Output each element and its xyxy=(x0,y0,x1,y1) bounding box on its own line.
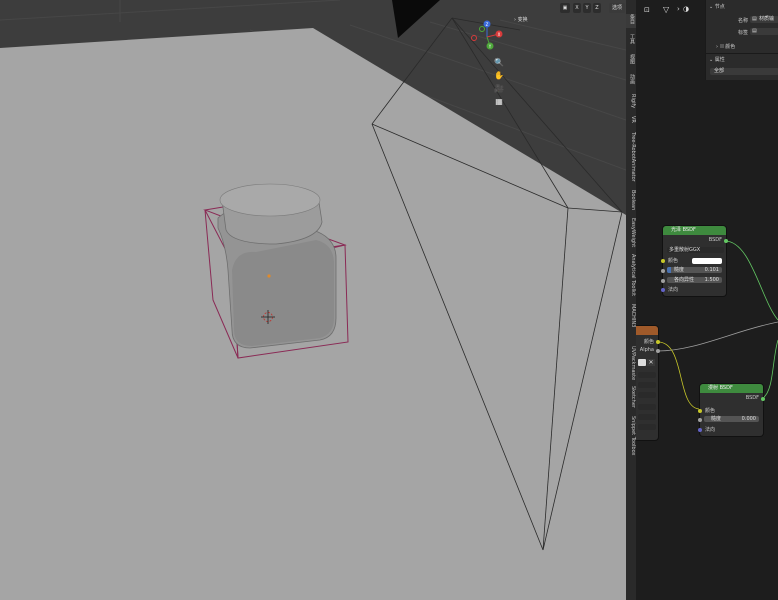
tag-icon: ▤ xyxy=(752,28,757,34)
projection-dropdown[interactable] xyxy=(638,382,656,388)
viewport-scene xyxy=(0,0,626,600)
target-dropdown[interactable]: 全部 xyxy=(710,68,778,75)
color-section-header[interactable]: › 颜色 xyxy=(716,43,735,50)
anisotropy-field[interactable]: 各向异性 1.500 xyxy=(667,277,722,283)
tab-tree-robotanimator[interactable]: Tree-RobotAnimator xyxy=(626,132,636,186)
tab-uvpackmaster[interactable]: UVPackmaster xyxy=(626,346,636,380)
gizmo-y-label: Y xyxy=(488,44,492,49)
image-texture-header[interactable] xyxy=(636,326,658,335)
tab-easyweight[interactable]: EasyWeight xyxy=(626,218,636,250)
axis-x-button[interactable]: X xyxy=(573,3,581,13)
checkbox-icon[interactable] xyxy=(719,44,724,48)
color-label: 颜色 xyxy=(705,408,716,414)
gizmo-neg-y-axis[interactable] xyxy=(479,26,485,32)
color-input-socket[interactable] xyxy=(698,409,702,413)
grid-view-icon[interactable]: ▦ xyxy=(493,95,505,107)
tab-view[interactable]: 视图 xyxy=(626,54,636,70)
normal-label: 法向 xyxy=(668,287,679,293)
3d-viewport[interactable]: ▣ X Y Z 选项 › 变换 Z X Y 🔍 ✋ 🎥 ▦ xyxy=(0,0,626,600)
gizmo-neg-x-axis[interactable] xyxy=(471,35,477,41)
roughness-input-socket[interactable] xyxy=(698,418,702,422)
label-field[interactable]: ▤ xyxy=(750,28,778,35)
distribution-dropdown[interactable]: 多重散射GGX xyxy=(667,247,724,253)
navigation-gizmo[interactable]: Z X Y xyxy=(466,16,506,56)
close-icon[interactable]: ✕ xyxy=(647,359,655,366)
transform-panel-header[interactable]: › 变换 xyxy=(514,16,574,24)
chevron-down-icon: ⌄ xyxy=(709,4,714,10)
tab-boolean[interactable]: Boolean xyxy=(626,190,636,214)
node-editor[interactable]: ⊡ ▽ › ◑ 光泽 BSDF BSDF 多重散射GGX 颜色 糙度 0.101… xyxy=(636,0,778,600)
properties-section-header[interactable]: ⌄ 属性 xyxy=(709,56,725,63)
color-output-label: 颜色 xyxy=(643,339,654,345)
chevron-right-icon: › xyxy=(514,17,516,23)
bsdf-output-label: BSDF xyxy=(745,395,759,401)
camera-view-icon[interactable]: 🎥 xyxy=(493,82,505,94)
tab-rigify[interactable]: Rigify xyxy=(626,94,636,110)
pan-hand-icon[interactable]: ✋ xyxy=(493,69,505,81)
normal-label: 法向 xyxy=(705,427,716,433)
tab-analytical-toolkit[interactable]: Analytical Toolkit xyxy=(626,254,636,300)
alpha-output-label: Alpha xyxy=(639,347,654,353)
node-title: 光泽 BSDF xyxy=(671,227,696,233)
gizmo-z-label: Z xyxy=(486,22,489,27)
node-wires xyxy=(657,240,778,410)
axis-z-button[interactable]: Z xyxy=(593,3,601,13)
name-field[interactable]: ▤ 材质输 xyxy=(750,16,778,23)
alpha-output-socket[interactable] xyxy=(656,349,660,353)
options-dropdown[interactable]: 选项 xyxy=(609,3,625,13)
tab-snippet-toolbox[interactable]: Snippet Toolbox xyxy=(626,416,636,460)
zoom-icon[interactable]: 🔍 xyxy=(493,56,505,68)
bsdf-output-socket[interactable] xyxy=(761,397,765,401)
tab-vr[interactable]: VR xyxy=(626,116,636,126)
node-section-header[interactable]: ⌄ 节点 xyxy=(709,3,725,10)
transform-label: 变换 xyxy=(517,17,528,23)
source-dropdown[interactable] xyxy=(638,404,656,410)
roughness-field[interactable]: 糙度 0.000 xyxy=(704,416,759,422)
chevron-down-icon: ⌄ xyxy=(709,57,714,63)
interpolation-dropdown[interactable] xyxy=(638,372,656,378)
sidebar-tabs: 条目 工具 视图 动画 Rigify VR Tree-RobotAnimator… xyxy=(626,0,636,600)
glossy-bsdf-header[interactable]: 光泽 BSDF xyxy=(663,226,726,235)
anisotropy-input-socket[interactable] xyxy=(661,279,665,283)
tab-tool[interactable]: 工具 xyxy=(626,34,636,50)
image-browse-icon[interactable] xyxy=(638,359,646,366)
bsdf-output-socket[interactable] xyxy=(724,239,728,243)
color-output-socket[interactable] xyxy=(656,340,660,344)
name-label: 名称 xyxy=(738,18,749,24)
overlay-toggle-button[interactable]: ▣ xyxy=(560,3,570,13)
alpha-mode-dropdown[interactable] xyxy=(638,424,656,430)
roughness-input-socket[interactable] xyxy=(661,269,665,273)
color-input-socket[interactable] xyxy=(661,259,665,263)
tab-item[interactable]: 条目 xyxy=(626,14,636,28)
diffuse-bsdf-header[interactable]: 漫射 BSDF xyxy=(700,384,763,393)
color-label: 颜色 xyxy=(668,258,679,264)
node-icon: ▤ xyxy=(752,16,757,22)
axis-y-button[interactable]: Y xyxy=(583,3,591,13)
gizmo-x-label: X xyxy=(498,32,501,37)
glossy-bsdf-node[interactable]: 光泽 BSDF BSDF 多重散射GGX 颜色 糙度 0.101 各向异性 1.… xyxy=(661,226,728,296)
image-texture-node[interactable]: 颜色 Alpha ✕ xyxy=(636,326,660,440)
chevron-right-icon: › xyxy=(716,44,718,50)
divider xyxy=(706,53,778,54)
tab-sketcher[interactable]: Sketcher xyxy=(626,386,636,412)
colorspace-dropdown[interactable] xyxy=(638,414,656,420)
node-title: 漫射 BSDF xyxy=(708,385,733,391)
node-properties-panel: ⌄ 节点 名称 ▤ 材质输 标签 ▤ › 颜色 ⌄ 属性 全部 xyxy=(705,0,778,80)
normal-input-socket[interactable] xyxy=(698,428,702,432)
roughness-field[interactable]: 糙度 0.101 xyxy=(667,267,722,273)
extension-dropdown[interactable] xyxy=(638,392,656,398)
color-swatch[interactable] xyxy=(692,258,722,264)
label-label: 标签 xyxy=(738,30,749,36)
diffuse-bsdf-node[interactable]: 漫射 BSDF BSDF 颜色 糙度 0.000 法向 xyxy=(698,384,765,436)
tab-animation[interactable]: 动画 xyxy=(626,74,636,90)
bsdf-output-label: BSDF xyxy=(708,237,722,243)
tab-machin3[interactable]: MACHIN3 xyxy=(626,304,636,344)
normal-input-socket[interactable] xyxy=(661,288,665,292)
